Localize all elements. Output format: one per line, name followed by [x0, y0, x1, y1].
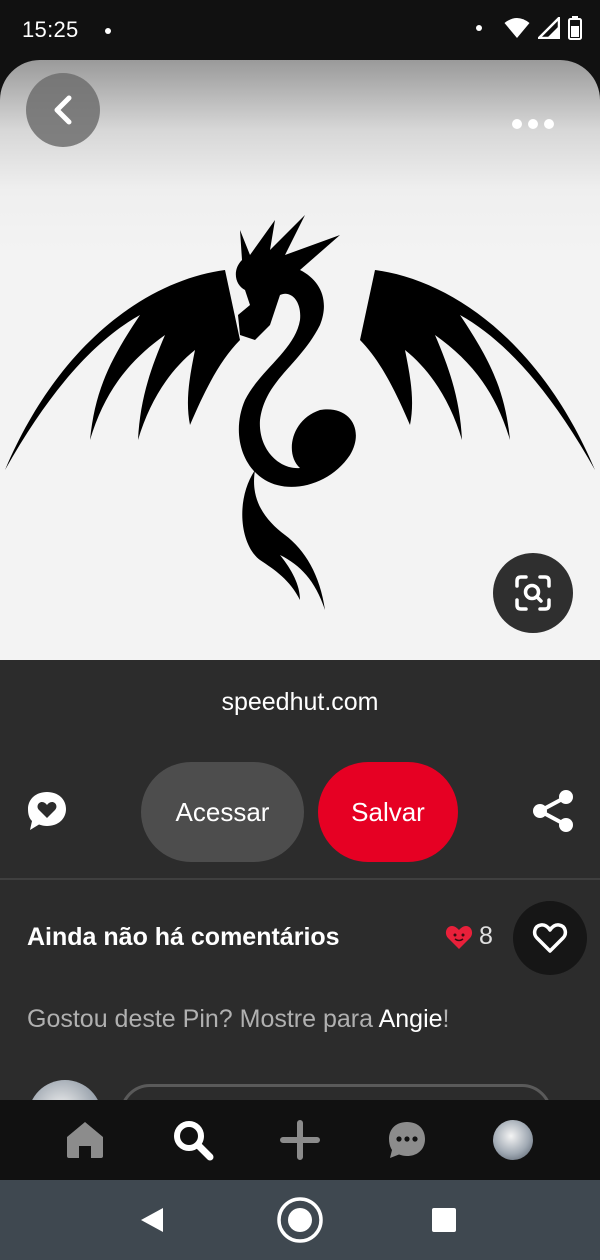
reaction-count[interactable]: 8 [445, 922, 493, 951]
prompt-text: Gostou deste Pin? Mostre para [27, 1005, 379, 1033]
triangle-back-icon [141, 1208, 163, 1232]
visit-button[interactable]: Acessar [141, 762, 304, 862]
create-icon [280, 1120, 320, 1160]
nav-home[interactable] [45, 1100, 125, 1180]
system-home-button[interactable] [274, 1180, 326, 1260]
notification-dot-icon [105, 28, 111, 34]
lens-search-icon [515, 575, 551, 611]
nav-search[interactable] [153, 1100, 233, 1180]
save-button[interactable]: Salvar [318, 762, 458, 862]
nav-profile[interactable] [473, 1100, 553, 1180]
share-button[interactable] [530, 788, 576, 834]
comment-heart-icon [28, 792, 66, 830]
more-dot-icon [544, 119, 554, 129]
source-link[interactable]: speedhut.com [0, 688, 600, 717]
home-icon [67, 1122, 103, 1158]
comments-title: Ainda não há comentários [27, 923, 340, 951]
like-button[interactable] [513, 901, 587, 975]
messages-icon [389, 1122, 425, 1158]
prompt-name: Angie [378, 1005, 443, 1033]
system-back-button[interactable] [130, 1180, 174, 1260]
share-icon [533, 790, 573, 832]
profile-avatar [493, 1120, 533, 1160]
chevron-left-icon [54, 95, 72, 125]
more-dot-icon [528, 119, 538, 129]
signal-icon [538, 17, 560, 39]
status-icons [476, 16, 582, 40]
square-recents-icon [432, 1208, 456, 1232]
system-recents-button[interactable] [428, 1180, 460, 1260]
visual-search-button[interactable] [493, 553, 573, 633]
prompt-suffix: ! [442, 1005, 450, 1033]
divider [0, 878, 600, 880]
notification-dot-icon [476, 25, 482, 31]
reaction-count-value: 8 [479, 922, 493, 950]
status-time: 15:25 [22, 17, 79, 42]
heart-outline-icon [532, 923, 568, 953]
more-options-button[interactable] [505, 104, 561, 144]
search-icon [174, 1121, 214, 1161]
comment-icon[interactable] [25, 789, 69, 833]
system-nav-bar [0, 1180, 600, 1260]
comment-prompt: Gostou deste Pin? Mostre para Angie! [27, 1005, 450, 1034]
nav-create[interactable] [260, 1100, 340, 1180]
circle-home-icon [277, 1197, 323, 1243]
more-dot-icon [512, 119, 522, 129]
back-button[interactable] [26, 73, 100, 147]
wifi-icon [504, 18, 530, 38]
bottom-nav [0, 1100, 600, 1180]
nav-messages[interactable] [367, 1100, 447, 1180]
battery-icon [568, 16, 582, 40]
pin-info-panel [0, 660, 600, 1100]
heart-emoji-icon [445, 925, 473, 949]
status-bar: 15:25 [0, 0, 600, 60]
